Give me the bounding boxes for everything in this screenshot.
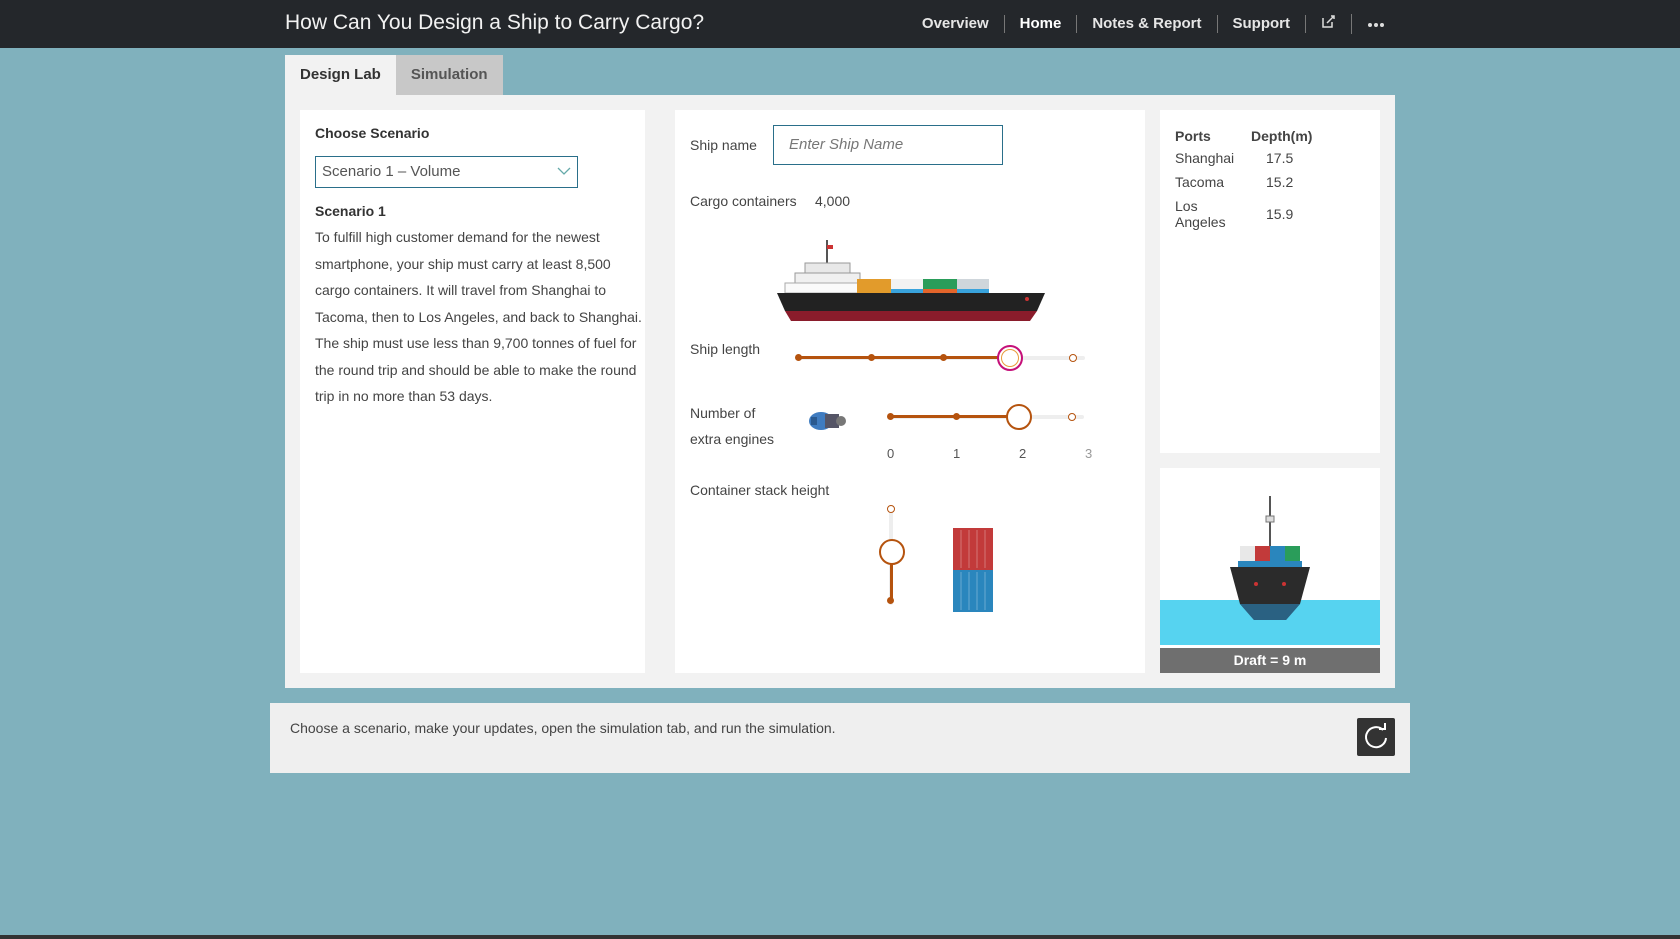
scenario-select-value: Scenario 1 – Volume (322, 163, 461, 180)
ports-header-row: Ports Depth(m) (1175, 128, 1312, 150)
depth-header: Depth(m) (1251, 128, 1313, 144)
tab-bar: Design Lab Simulation (285, 55, 503, 95)
design-lab-area: Choose Scenario Scenario 1 – Volume Scen… (285, 95, 1395, 688)
reset-button[interactable] (1357, 718, 1395, 756)
scenario-select[interactable]: Scenario 1 – Volume (315, 156, 578, 188)
extra-engines-label: Number of extra engines (690, 400, 774, 452)
port-depth: 15.2 (1266, 174, 1294, 190)
port-name: Shanghai (1175, 150, 1235, 166)
instruction-footer: Choose a scenario, make your updates, op… (270, 703, 1410, 773)
chevron-down-icon (557, 157, 571, 187)
ports-header: Ports (1175, 128, 1211, 144)
draft-readout: Draft = 9 m (1160, 648, 1380, 673)
ship-length-stop[interactable] (1069, 354, 1077, 362)
window-bottom-edge (0, 935, 1680, 939)
tab-design-lab[interactable]: Design Lab (285, 55, 396, 95)
ship-length-stop[interactable] (868, 354, 875, 361)
ship-length-handle[interactable] (997, 345, 1023, 371)
nav-overview[interactable]: Overview (907, 15, 1005, 33)
ship-side-illustration (777, 240, 1045, 321)
stack-height-handle[interactable] (879, 539, 905, 565)
engines-tick-3: 3 (1085, 446, 1093, 461)
cargo-containers-label: Cargo containers (690, 193, 797, 209)
engine-icon (809, 412, 846, 430)
instruction-message: Choose a scenario, make your updates, op… (290, 720, 836, 736)
port-depth: 15.9 (1266, 206, 1294, 222)
draft-panel: Draft = 9 m (1160, 468, 1380, 673)
nav-home[interactable]: Home (1005, 15, 1078, 33)
table-row: Shanghai 17.5 (1175, 150, 1312, 174)
nav-notes-report[interactable]: Notes & Report (1077, 15, 1218, 33)
nav-support[interactable]: Support (1218, 15, 1306, 33)
port-depth: 17.5 (1266, 150, 1294, 166)
design-panel: Ship name Enter Ship Name Cargo containe… (675, 110, 1145, 673)
engines-tick-0: 0 (887, 446, 895, 461)
stack-height-stop[interactable] (887, 505, 895, 513)
cargo-containers-value: 4,000 (815, 193, 851, 209)
engines-tick-2: 2 (1019, 446, 1027, 461)
ship-length-stop[interactable] (795, 354, 802, 361)
port-name: Los Angeles (1175, 198, 1226, 230)
engines-stop[interactable] (887, 413, 894, 420)
ports-table: Ports Depth(m) Shanghai 17.5 Tacoma 15.2… (1175, 128, 1312, 238)
main-nav: Overview Home Notes & Report Support (907, 0, 1400, 48)
engines-stop[interactable] (953, 413, 960, 420)
container-stack-illustration (953, 528, 993, 612)
extra-engines-label-line1: Number of (690, 405, 756, 421)
tab-simulation[interactable]: Simulation (395, 55, 503, 95)
app-title: How Can You Design a Ship to Carry Cargo… (285, 11, 705, 34)
scenario-title: Scenario 1 (315, 203, 386, 219)
ports-panel: Ports Depth(m) Shanghai 17.5 Tacoma 15.2… (1160, 110, 1380, 453)
extra-engines-label-line2: extra engines (690, 431, 775, 447)
engines-tick-1: 1 (953, 446, 961, 461)
refresh-icon (1365, 723, 1387, 749)
stack-height-stop[interactable] (887, 597, 894, 604)
table-row: Los Angeles 15.9 (1175, 198, 1312, 238)
ship-name-input[interactable]: Enter Ship Name (773, 125, 1003, 165)
port-name: Tacoma (1175, 174, 1225, 190)
scenario-panel: Choose Scenario Scenario 1 – Volume Scen… (300, 110, 645, 673)
engines-handle[interactable] (1006, 404, 1032, 430)
engines-stop[interactable] (1068, 413, 1076, 421)
scenario-description: To fulfill high customer demand for the … (315, 229, 642, 404)
more-icon[interactable] (1352, 15, 1400, 33)
table-row: Tacoma 15.2 (1175, 174, 1312, 198)
ship-length-label: Ship length (690, 341, 761, 357)
ship-name-label: Ship name (690, 137, 757, 153)
choose-scenario-heading: Choose Scenario (315, 125, 430, 141)
top-bar: How Can You Design a Ship to Carry Cargo… (0, 0, 1680, 48)
ship-length-fill (800, 356, 1020, 359)
ship-front-illustration (1230, 496, 1310, 620)
container-stack-label: Container stack height (690, 482, 830, 498)
ship-length-stop[interactable] (940, 354, 947, 361)
edit-icon[interactable] (1306, 14, 1352, 34)
